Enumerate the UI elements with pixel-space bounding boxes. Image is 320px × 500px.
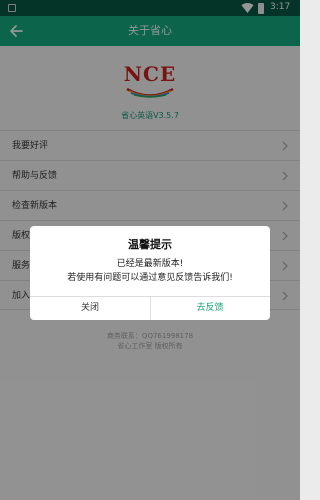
dialog-message-line1: 已经是最新版本! [116,259,184,269]
dialog-title: 温馨提示 [128,238,172,251]
update-dialog: 温馨提示 已经是最新版本! 若使用有问题可以通过意见反馈告诉我们! 关闭 去反馈 [30,226,270,320]
close-button[interactable]: 关闭 [30,296,150,320]
feedback-button[interactable]: 去反馈 [150,296,270,320]
dialog-message-line2: 若使用有问题可以通过意见反馈告诉我们! [67,273,233,283]
